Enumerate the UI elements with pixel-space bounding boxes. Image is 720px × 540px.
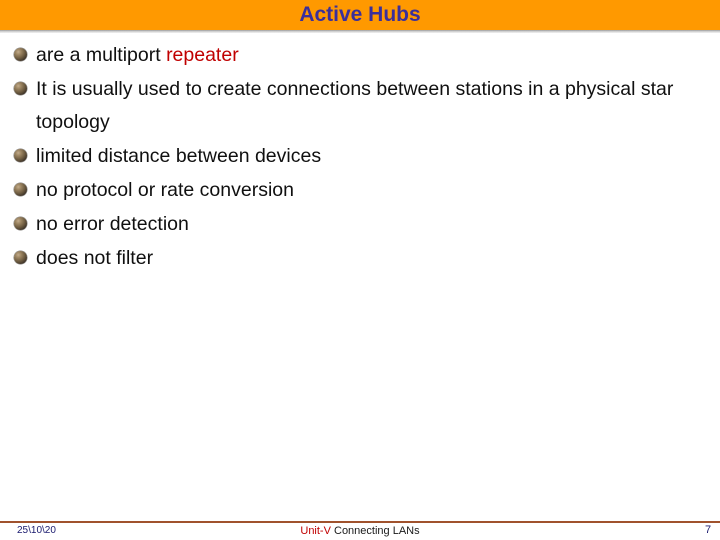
- list-item-text: does not filter: [36, 247, 154, 269]
- sphere-bullet-icon: [14, 217, 27, 230]
- footer-subject-label: Connecting LANs: [334, 525, 420, 537]
- list-item-text: no error detection: [36, 213, 189, 235]
- list-item-text: It is usually used to create connections…: [36, 78, 674, 133]
- page-title: Active Hubs: [299, 3, 421, 26]
- title-banner: Active Hubs: [0, 0, 720, 30]
- banner-underline-divider: [0, 30, 720, 33]
- list-item: does not filter: [0, 242, 700, 275]
- list-item-text: limited distance between devices: [36, 145, 322, 167]
- list-item-text: no protocol or rate conversion: [36, 179, 294, 201]
- footer-page-number: 7: [704, 524, 712, 536]
- list-item: limited distance between devices: [0, 140, 700, 173]
- footer-caption: Unit-V Connecting LANs: [0, 525, 720, 537]
- sphere-bullet-icon: [14, 48, 27, 61]
- sphere-bullet-icon: [14, 251, 27, 264]
- list-item: no protocol or rate conversion: [0, 174, 700, 207]
- sphere-bullet-icon: [14, 149, 27, 162]
- sphere-bullet-icon: [14, 183, 27, 196]
- list-item-text: are a multiport: [36, 44, 167, 66]
- list-item: are a multiport repeater: [0, 39, 700, 72]
- list-item-highlight: repeater: [166, 44, 239, 66]
- sphere-bullet-icon: [14, 82, 27, 95]
- footer-unit-label: Unit-V: [300, 525, 331, 537]
- footer-divider: [0, 521, 720, 523]
- list-item: no error detection: [0, 208, 700, 241]
- bullet-list: are a multiport repeater It is usually u…: [0, 39, 700, 276]
- list-item: It is usually used to create connections…: [0, 73, 700, 139]
